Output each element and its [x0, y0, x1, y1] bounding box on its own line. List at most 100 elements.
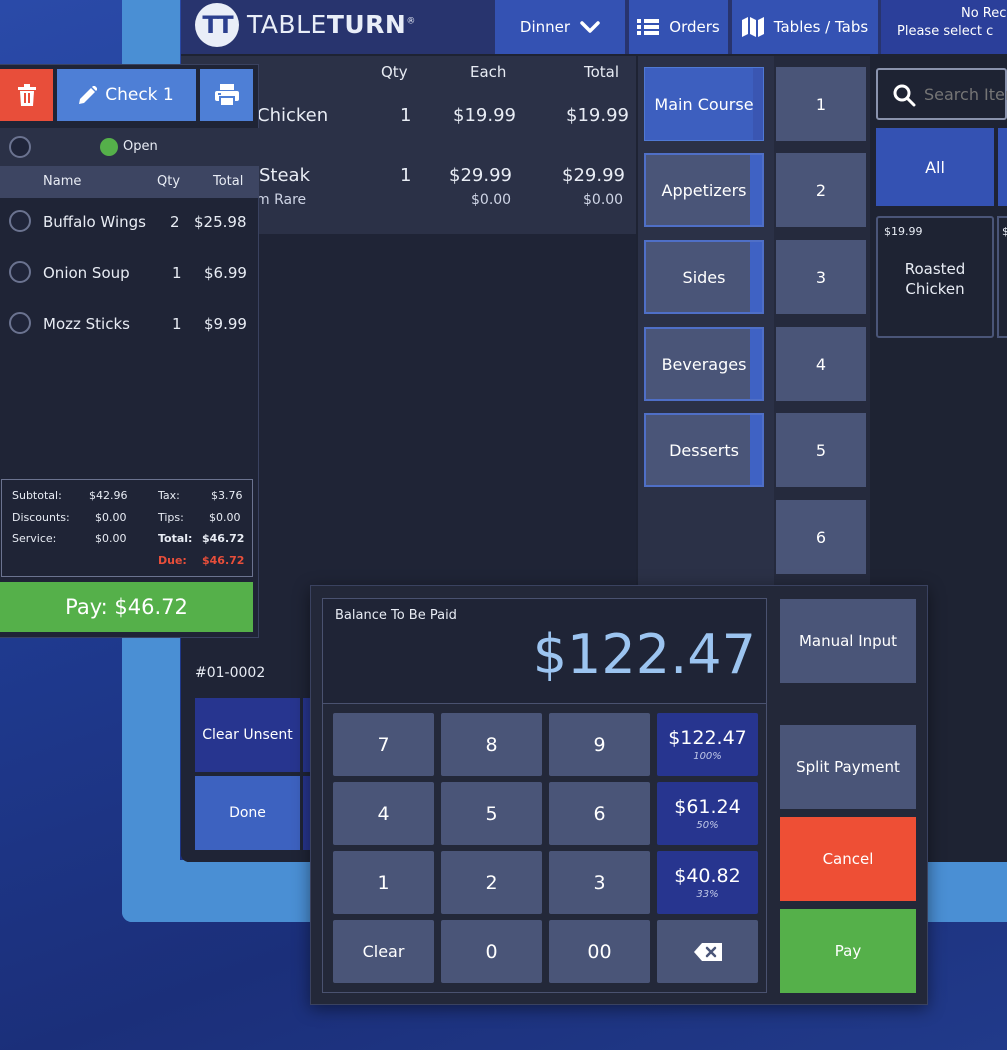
menu-item-price: $19.99	[884, 225, 923, 238]
key-8[interactable]: 8	[441, 713, 542, 776]
discounts-label: Discounts:	[12, 511, 70, 524]
menu-filter-next[interactable]	[998, 128, 1007, 206]
modifier-each: $0.00	[471, 192, 512, 208]
key-00[interactable]: 00	[549, 920, 650, 983]
done-button[interactable]: Done	[195, 776, 300, 850]
category-beverages[interactable]: Beverages	[644, 327, 764, 401]
service-value: $0.00	[95, 532, 127, 545]
service-label: Service:	[12, 532, 57, 545]
key-1[interactable]: 1	[333, 851, 434, 914]
amount-percent: 33%	[696, 889, 719, 900]
menu-filter-all[interactable]: All	[876, 128, 994, 206]
due-value: $46.72	[202, 554, 245, 567]
item-qty: 1	[400, 105, 412, 126]
search-input[interactable]	[924, 82, 1007, 106]
modifier-total: $0.00	[583, 192, 624, 208]
trash-icon	[17, 84, 36, 106]
item-select-radio[interactable]	[9, 261, 31, 283]
check-item-total: $25.98	[194, 213, 247, 231]
logo-text: TABLETURN®	[247, 10, 416, 39]
clear-unsent-button[interactable]: Clear Unsent	[195, 698, 300, 772]
key-7[interactable]: 7	[333, 713, 434, 776]
check-item-qty: 2	[170, 213, 180, 231]
check-status: Open	[123, 139, 158, 154]
amount-percent: 100%	[693, 751, 722, 762]
amount-full-button[interactable]: $122.47 100%	[657, 713, 758, 776]
list-item[interactable]: Onion Soup 1 $6.99	[0, 256, 259, 290]
tables-tabs-button[interactable]: Tables / Tabs	[732, 0, 878, 54]
amount-value: $61.24	[674, 796, 741, 818]
service-dropdown[interactable]: Dinner	[495, 0, 625, 54]
logo-icon: TT	[195, 3, 239, 47]
item-name: Steak	[259, 165, 311, 186]
printer-icon	[214, 84, 239, 106]
menu-item-card[interactable]: $	[997, 216, 1007, 338]
split-payment-button[interactable]: Split Payment	[780, 725, 916, 809]
check-item-qty: 1	[172, 264, 182, 282]
amount-third-button[interactable]: $40.82 33%	[657, 851, 758, 914]
check-item-qty: 1	[172, 315, 182, 333]
item-select-radio[interactable]	[9, 312, 31, 334]
cancel-button[interactable]: Cancel	[780, 817, 916, 901]
list-item[interactable]: Buffalo Wings 2 $25.98	[0, 205, 259, 239]
check-name-button[interactable]: Check 1	[57, 69, 196, 121]
receipt-status-line2: Please select c	[897, 24, 994, 39]
balance-amount: $122.47	[532, 623, 756, 686]
delete-check-button[interactable]	[0, 69, 53, 121]
tax-label: Tax:	[158, 489, 180, 502]
key-0[interactable]: 0	[441, 920, 542, 983]
check-title: Check 1	[105, 85, 174, 105]
seat-button-3[interactable]: 3	[776, 240, 866, 314]
backspace-button[interactable]	[657, 920, 758, 983]
pay-check-button[interactable]: Pay: $46.72	[0, 582, 253, 632]
search-box[interactable]	[876, 68, 1007, 120]
manual-input-button[interactable]: Manual Input	[780, 599, 916, 683]
amount-half-button[interactable]: $61.24 50%	[657, 782, 758, 845]
qty-header: Qty	[381, 63, 408, 81]
menu-item-name: Roasted Chicken	[904, 260, 966, 298]
category-main-course[interactable]: Main Course	[644, 67, 764, 141]
key-4[interactable]: 4	[333, 782, 434, 845]
discounts-value: $0.00	[95, 511, 127, 524]
name-header: Name	[43, 174, 82, 189]
list-icon	[637, 19, 660, 35]
key-2[interactable]: 2	[441, 851, 542, 914]
seat-button-4[interactable]: 4	[776, 327, 866, 401]
category-appetizers[interactable]: Appetizers	[644, 153, 764, 227]
item-total: $29.99	[562, 165, 625, 186]
check-item-name: Mozz Sticks	[43, 315, 130, 333]
list-item[interactable]: Mozz Sticks 1 $9.99	[0, 307, 259, 341]
category-desserts[interactable]: Desserts	[644, 413, 764, 487]
item-select-radio[interactable]	[9, 210, 31, 232]
key-3[interactable]: 3	[549, 851, 650, 914]
category-sides[interactable]: Sides	[644, 240, 764, 314]
select-all-radio[interactable]	[9, 136, 31, 158]
item-each: $19.99	[453, 105, 516, 126]
seat-button-1[interactable]: 1	[776, 67, 866, 141]
backspace-icon	[693, 942, 722, 961]
balance-display: Balance To Be Paid $122.47	[322, 598, 767, 704]
orders-button[interactable]: Orders	[629, 0, 728, 54]
seat-button-6[interactable]: 6	[776, 500, 866, 574]
key-6[interactable]: 6	[549, 782, 650, 845]
item-name: Chicken	[257, 105, 329, 126]
menu-item-card[interactable]: $19.99 Roasted Chicken	[876, 216, 994, 338]
total-header: Total	[213, 174, 244, 189]
subtotal-value: $42.96	[89, 489, 128, 502]
subtotal-label: Subtotal:	[12, 489, 62, 502]
print-check-button[interactable]	[200, 69, 253, 121]
check-item-total: $6.99	[204, 264, 247, 282]
amount-value: $40.82	[674, 865, 741, 887]
due-label: Due:	[158, 554, 187, 567]
key-clear[interactable]: Clear	[333, 920, 434, 983]
item-total: $19.99	[566, 105, 629, 126]
check-item-name: Onion Soup	[43, 264, 130, 282]
seat-button-2[interactable]: 2	[776, 153, 866, 227]
key-9[interactable]: 9	[549, 713, 650, 776]
seat-button-5[interactable]: 5	[776, 413, 866, 487]
key-5[interactable]: 5	[441, 782, 542, 845]
pay-button[interactable]: Pay	[780, 909, 916, 993]
qty-header: Qty	[157, 174, 181, 189]
orders-label: Orders	[669, 18, 720, 36]
menu-item-price: $	[1002, 225, 1007, 238]
